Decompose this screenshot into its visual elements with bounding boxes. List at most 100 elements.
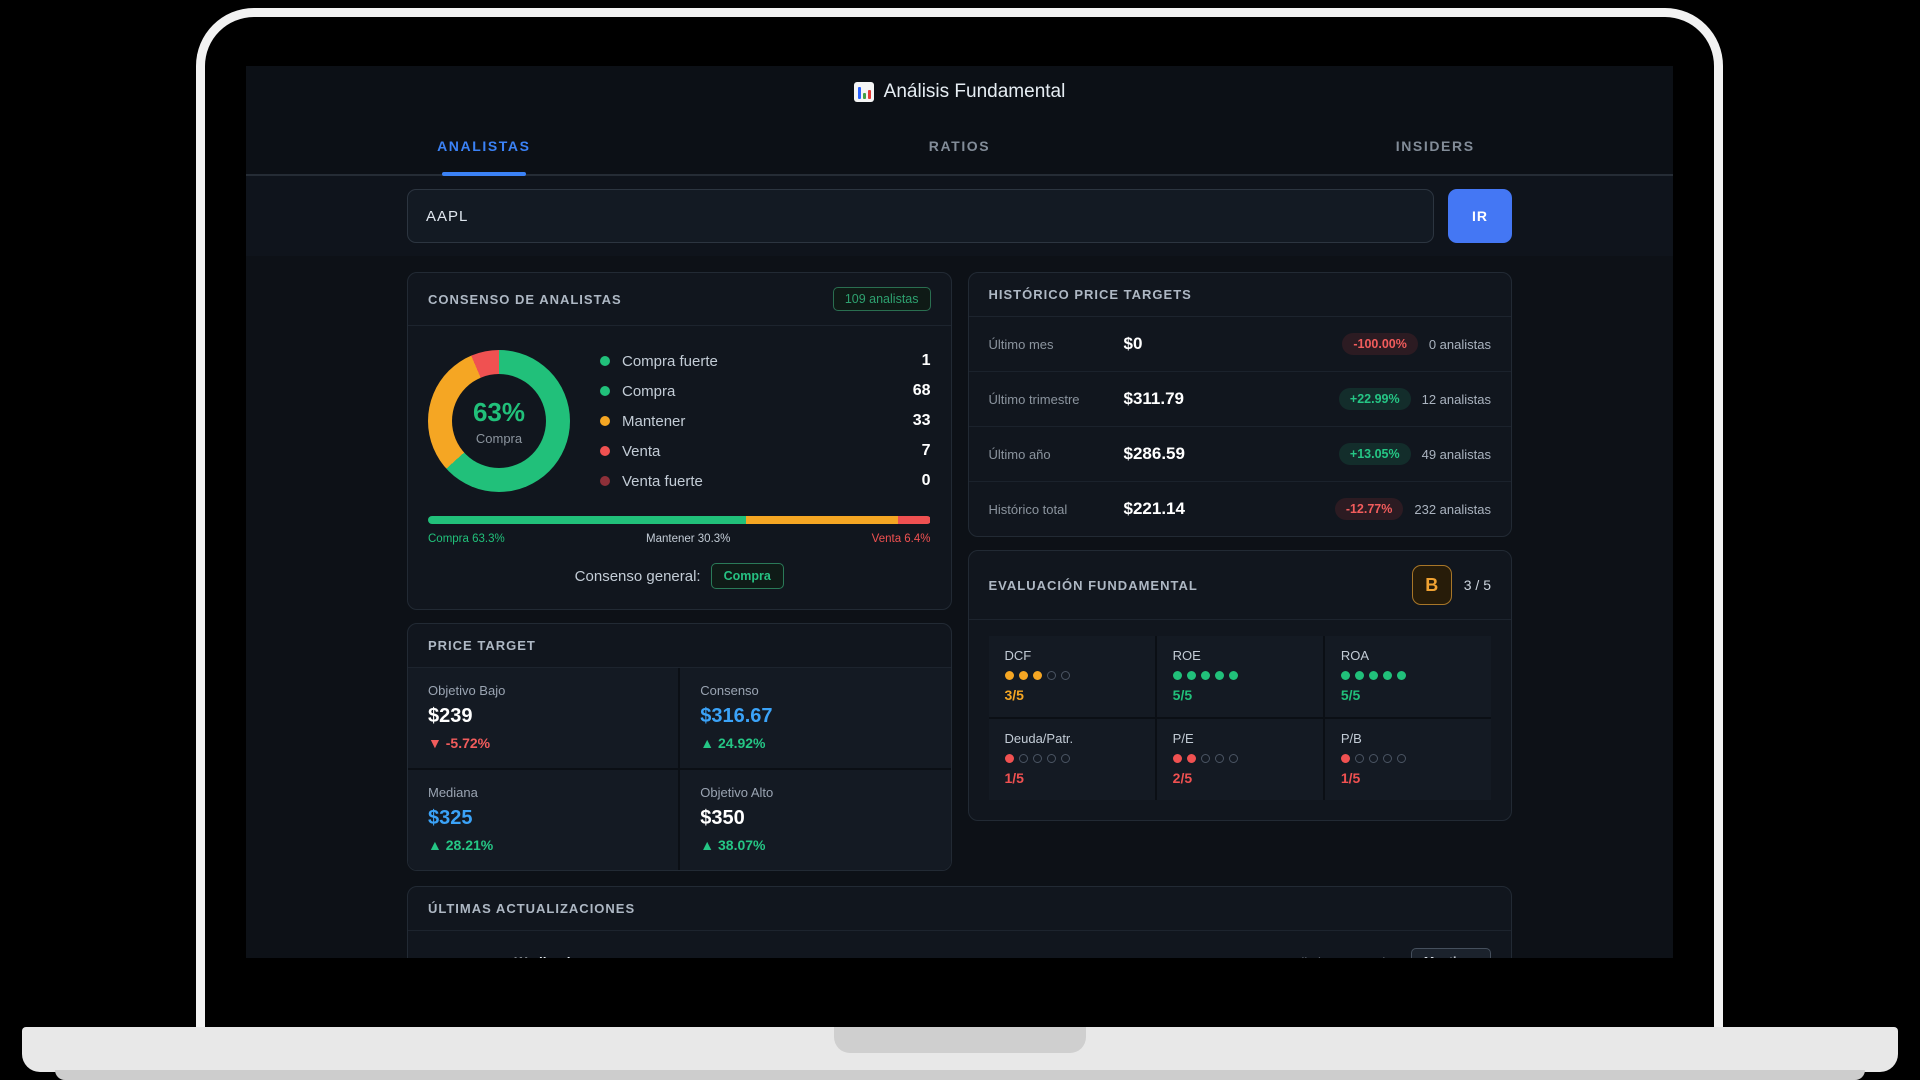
hist-value: $221.14 — [1124, 499, 1185, 519]
rating-dot-filled — [1187, 754, 1196, 763]
hist-change-badge: -12.77% — [1335, 498, 1404, 520]
card-title: EVALUACIÓN FUNDAMENTAL — [989, 578, 1198, 593]
tab-insiders[interactable]: INSIDERS — [1197, 118, 1673, 174]
pt-change: ▲ 38.07% — [700, 837, 930, 853]
rating-dot-filled — [1355, 671, 1364, 680]
tab-label: RATIOS — [929, 138, 990, 154]
metric-cell: Deuda/Patr. 1/5 — [989, 719, 1155, 800]
legend-item: Venta 7 — [600, 436, 931, 466]
hist-value: $286.59 — [1124, 444, 1185, 464]
price-target-card: PRICE TARGET Objetivo Bajo $239 ▼ -5.72%… — [407, 623, 952, 871]
metric-cell: P/E 2/5 — [1157, 719, 1323, 800]
legend-dot — [600, 386, 610, 396]
metric-score: 3/5 — [1005, 687, 1139, 703]
history-row: Último mes $0 -100.00% 0 analistas — [969, 317, 1512, 372]
legend-label: Mantener — [622, 413, 685, 430]
legend-value: 33 — [913, 412, 931, 430]
consensus-general-label: Consenso general: — [575, 568, 701, 585]
metric-name: P/E — [1173, 731, 1307, 746]
pt-value: $239 — [428, 705, 658, 728]
pt-change: ▲ 28.21% — [428, 837, 658, 853]
rating-dot-filled — [1019, 671, 1028, 680]
consensus-bar-segment — [428, 516, 746, 524]
metric-dots — [1173, 754, 1307, 763]
donut-center: 63% Compra — [452, 374, 546, 468]
bar-label-venta: Venta 6.4% — [872, 533, 931, 545]
metric-dots — [1005, 754, 1139, 763]
active-tab-underline — [442, 172, 526, 176]
rating-dot-filled — [1229, 671, 1238, 680]
rating-dot-filled — [1369, 671, 1378, 680]
pt-value: $350 — [700, 807, 930, 830]
legend-label: Compra fuerte — [622, 353, 718, 370]
metric-dots — [1341, 754, 1475, 763]
legend-item: Compra fuerte 1 — [600, 346, 931, 376]
update-firm: Wedbush — [515, 955, 576, 959]
metric-score: 5/5 — [1173, 687, 1307, 703]
history-card: HISTÓRICO PRICE TARGETS Último mes $0 -1… — [968, 272, 1513, 537]
rating-dot-empty — [1061, 671, 1070, 680]
rating-dot-filled — [1215, 671, 1224, 680]
hist-label: Último mes — [989, 337, 1124, 352]
pt-change: ▲ 24.92% — [700, 735, 930, 751]
rating-dot-filled — [1173, 754, 1182, 763]
metric-name: P/B — [1341, 731, 1475, 746]
page-title: Análisis Fundamental — [884, 81, 1066, 103]
rating-dot-empty — [1383, 754, 1392, 763]
search-row: IR — [246, 176, 1673, 256]
legend-value: 68 — [913, 382, 931, 400]
ticker-input[interactable] — [407, 189, 1434, 243]
metric-cell: ROE 5/5 — [1157, 636, 1323, 717]
hist-change-badge: +22.99% — [1339, 388, 1411, 410]
update-action: Rendimiento superior — [1273, 955, 1397, 959]
hist-label: Último año — [989, 447, 1124, 462]
hist-analysts: 12 analistas — [1422, 392, 1491, 407]
go-button[interactable]: IR — [1448, 189, 1512, 243]
consensus-bar — [428, 516, 931, 524]
consensus-bar-labels: Compra 63.3% Mantener 30.3% Venta 6.4% — [428, 533, 931, 545]
legend-item: Mantener 33 — [600, 406, 931, 436]
legend-dot — [600, 416, 610, 426]
tab-ratios[interactable]: RATIOS — [722, 118, 1198, 174]
left-column: CONSENSO DE ANALISTAS 109 analistas 63% … — [407, 272, 952, 871]
tab-analistas[interactable]: ANALISTAS — [246, 118, 722, 174]
metric-dots — [1173, 671, 1307, 680]
legend-dot — [600, 446, 610, 456]
rating-dot-filled — [1005, 754, 1014, 763]
rating-dot-empty — [1061, 754, 1070, 763]
right-column: HISTÓRICO PRICE TARGETS Último mes $0 -1… — [968, 272, 1513, 821]
card-title: HISTÓRICO PRICE TARGETS — [989, 287, 1192, 302]
laptop-mockup: Análisis Fundamental ANALISTAS RATIOS IN… — [0, 0, 1920, 1080]
metric-score: 1/5 — [1341, 770, 1475, 786]
laptop-base-lip — [55, 1070, 1865, 1080]
metric-cell: ROA 5/5 — [1325, 636, 1491, 717]
rating-dot-filled — [1187, 671, 1196, 680]
rating-dot-empty — [1397, 754, 1406, 763]
hist-analysts: 0 analistas — [1429, 337, 1491, 352]
consensus-bar-segment — [898, 516, 930, 524]
metric-dots — [1341, 671, 1475, 680]
hist-label: Histórico total — [989, 502, 1124, 517]
legend-item: Venta fuerte 0 — [600, 466, 931, 496]
metric-cell: DCF 3/5 — [989, 636, 1155, 717]
rating-dot-empty — [1369, 754, 1378, 763]
history-rows: Último mes $0 -100.00% 0 analistas Últim… — [969, 317, 1512, 536]
price-target-cell: Objetivo Bajo $239 ▼ -5.72% — [408, 668, 678, 768]
rating-dot-empty — [1033, 754, 1042, 763]
rating-dot-filled — [1383, 671, 1392, 680]
metric-name: ROE — [1173, 648, 1307, 663]
donut-center-label: Compra — [476, 431, 522, 446]
legend-dot — [600, 476, 610, 486]
grade-score: 3 / 5 — [1464, 577, 1491, 593]
legend-value: 1 — [922, 352, 931, 370]
rating-dot-empty — [1201, 754, 1210, 763]
rating-dot-filled — [1005, 671, 1014, 680]
update-rating-badge: Mantiene — [1411, 948, 1491, 958]
card-title: PRICE TARGET — [428, 638, 536, 653]
rating-dot-filled — [1341, 671, 1350, 680]
evaluation-grid: DCF 3/5 ROE 5/5 ROA — [989, 636, 1492, 800]
metric-name: Deuda/Patr. — [1005, 731, 1139, 746]
pt-change: ▼ -5.72% — [428, 735, 658, 751]
updates-card: ÚLTIMAS ACTUALIZACIONES 2026-03-31 Wedbu… — [407, 886, 1512, 958]
metric-score: 2/5 — [1173, 770, 1307, 786]
